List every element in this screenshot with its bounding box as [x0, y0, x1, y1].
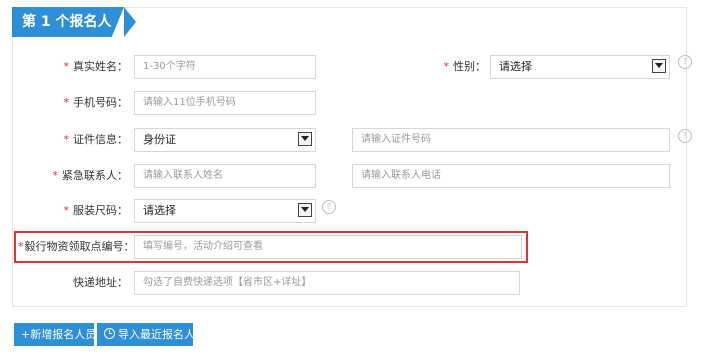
id-info-label: * 证件信息：: [63, 133, 129, 146]
name-label: * 真实姓名：: [63, 60, 129, 73]
address-input[interactable]: 勾选了自费快递选项【省市区+详址】: [134, 271, 520, 295]
id-type-select[interactable]: 身份证: [134, 128, 316, 152]
size-select[interactable]: 请选择: [134, 199, 316, 223]
help-icon[interactable]: ?: [678, 55, 692, 69]
gender-label: * 性别：: [443, 60, 487, 73]
phone-label: * 手机号码：: [63, 96, 129, 109]
emergency-label: * 紧急联系人：: [52, 169, 129, 182]
emergency-name-input[interactable]: 请输入联系人姓名: [134, 164, 316, 188]
pickup-label: *毅行物资领取点编号：: [18, 240, 135, 253]
help-icon[interactable]: ?: [678, 129, 692, 143]
chevron-down-icon: [298, 203, 312, 217]
clock-icon: [104, 328, 115, 339]
size-label: * 服装尺码：: [63, 204, 129, 217]
name-input[interactable]: 1-30个字符: [134, 55, 316, 79]
chevron-down-icon: [298, 132, 312, 146]
header-fold: [124, 7, 136, 37]
id-number-input[interactable]: 请输入证件号码: [352, 128, 670, 152]
registrant-header: 第 1 个报名人: [12, 7, 124, 37]
phone-input[interactable]: 请输入11位手机号码: [134, 91, 316, 115]
add-registrant-button[interactable]: +新增报名人员: [14, 323, 96, 346]
pickup-number-input[interactable]: 填写编号，活动介绍可查看: [134, 235, 522, 259]
help-icon[interactable]: ?: [322, 200, 336, 214]
address-label: 快递地址：: [73, 276, 128, 289]
chevron-down-icon: [652, 59, 666, 73]
emergency-phone-input[interactable]: 请输入联系人电话: [352, 164, 670, 188]
import-recent-button[interactable]: 导入最近报名人: [97, 323, 195, 346]
gender-select[interactable]: 请选择: [490, 55, 670, 79]
